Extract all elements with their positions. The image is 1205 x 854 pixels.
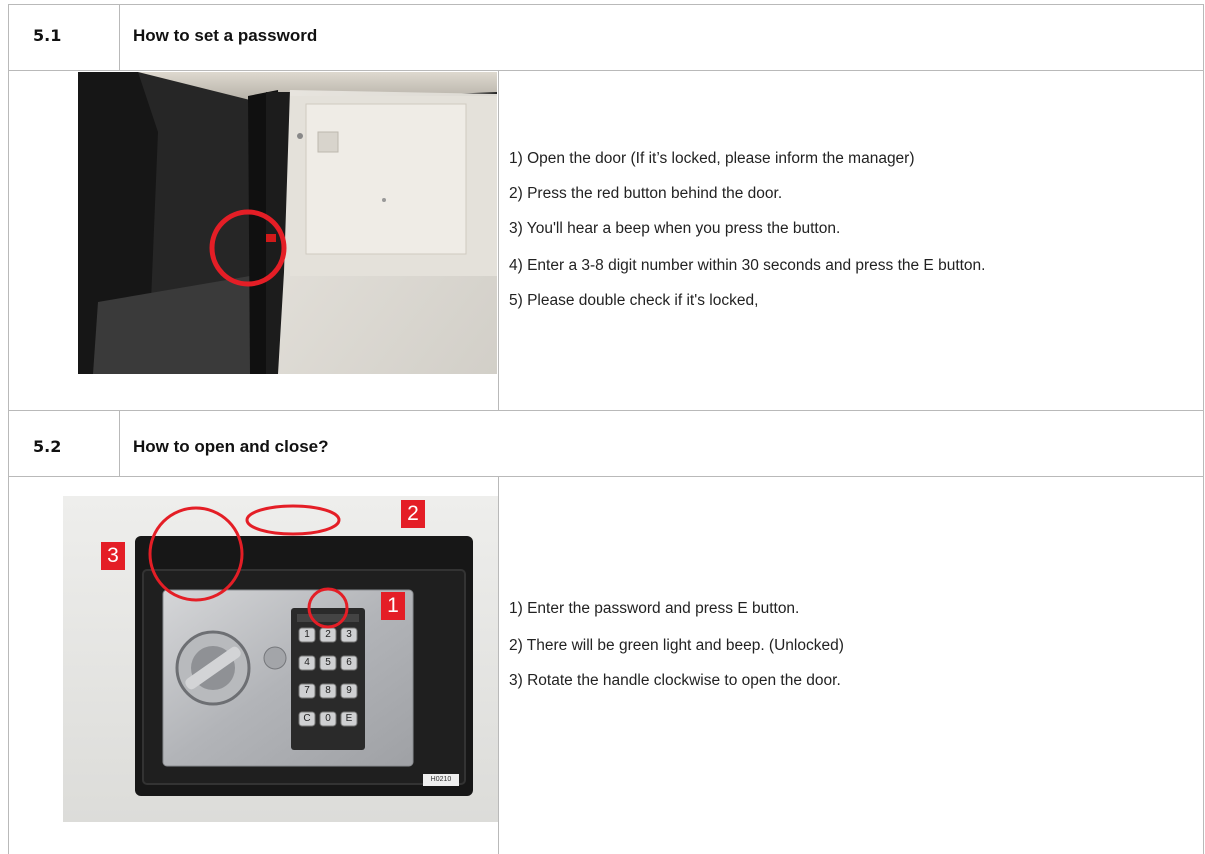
- step-text: 2) Press the red button behind the door.: [509, 185, 783, 202]
- safe-door-photo: [78, 72, 497, 374]
- step-text: 5) Please double check if it's locked,: [509, 292, 759, 309]
- keypad-key: C: [303, 713, 311, 724]
- table-divider: [8, 410, 1204, 411]
- keypad-key: 5: [325, 657, 331, 668]
- keypad-key: 0: [325, 713, 331, 724]
- step-text: 2) There will be green light and beep. (…: [509, 637, 844, 654]
- section-number: 5.2: [33, 437, 62, 456]
- table-divider: [498, 70, 499, 410]
- section-title: How to open and close?: [133, 437, 329, 456]
- table-border-top: [8, 4, 1204, 5]
- keypad-key: 2: [325, 629, 331, 640]
- table-divider: [498, 476, 499, 854]
- step-text: 3) You'll hear a beep when you press the…: [509, 220, 841, 237]
- keypad-key: 7: [304, 685, 310, 696]
- keypad-key: 3: [346, 629, 352, 640]
- safe-front-photo: 2 3 1 1 2 3 4 5 6 7 8 9 C 0 E H0210: [63, 496, 498, 822]
- step-text: 4) Enter a 3-8 digit number within 30 se…: [509, 257, 986, 274]
- keypad-key: 4: [304, 657, 310, 668]
- table-border-right: [1203, 4, 1204, 854]
- keypad-key: 1: [304, 629, 310, 640]
- table-divider: [8, 476, 1204, 477]
- safe-model-label: H0210: [430, 776, 452, 783]
- callout-label: 1: [387, 594, 399, 617]
- step-text: 1) Open the door (If it’s locked, please…: [509, 150, 915, 167]
- callout-label: 2: [407, 502, 419, 525]
- step-text: 1) Enter the password and press E button…: [509, 600, 800, 617]
- step-text: 3) Rotate the handle clockwise to open t…: [509, 672, 841, 689]
- section-title: How to set a password: [133, 26, 318, 45]
- table-divider: [8, 70, 1204, 71]
- keypad-key: 9: [346, 685, 352, 696]
- keypad-key: 6: [346, 657, 352, 668]
- table-divider: [119, 410, 120, 476]
- section-number: 5.1: [33, 26, 62, 45]
- keypad-key: E: [345, 713, 353, 724]
- keypad-key: 8: [325, 685, 331, 696]
- table-border-left: [8, 4, 9, 854]
- table-divider: [119, 4, 120, 70]
- callout-label: 3: [107, 544, 119, 567]
